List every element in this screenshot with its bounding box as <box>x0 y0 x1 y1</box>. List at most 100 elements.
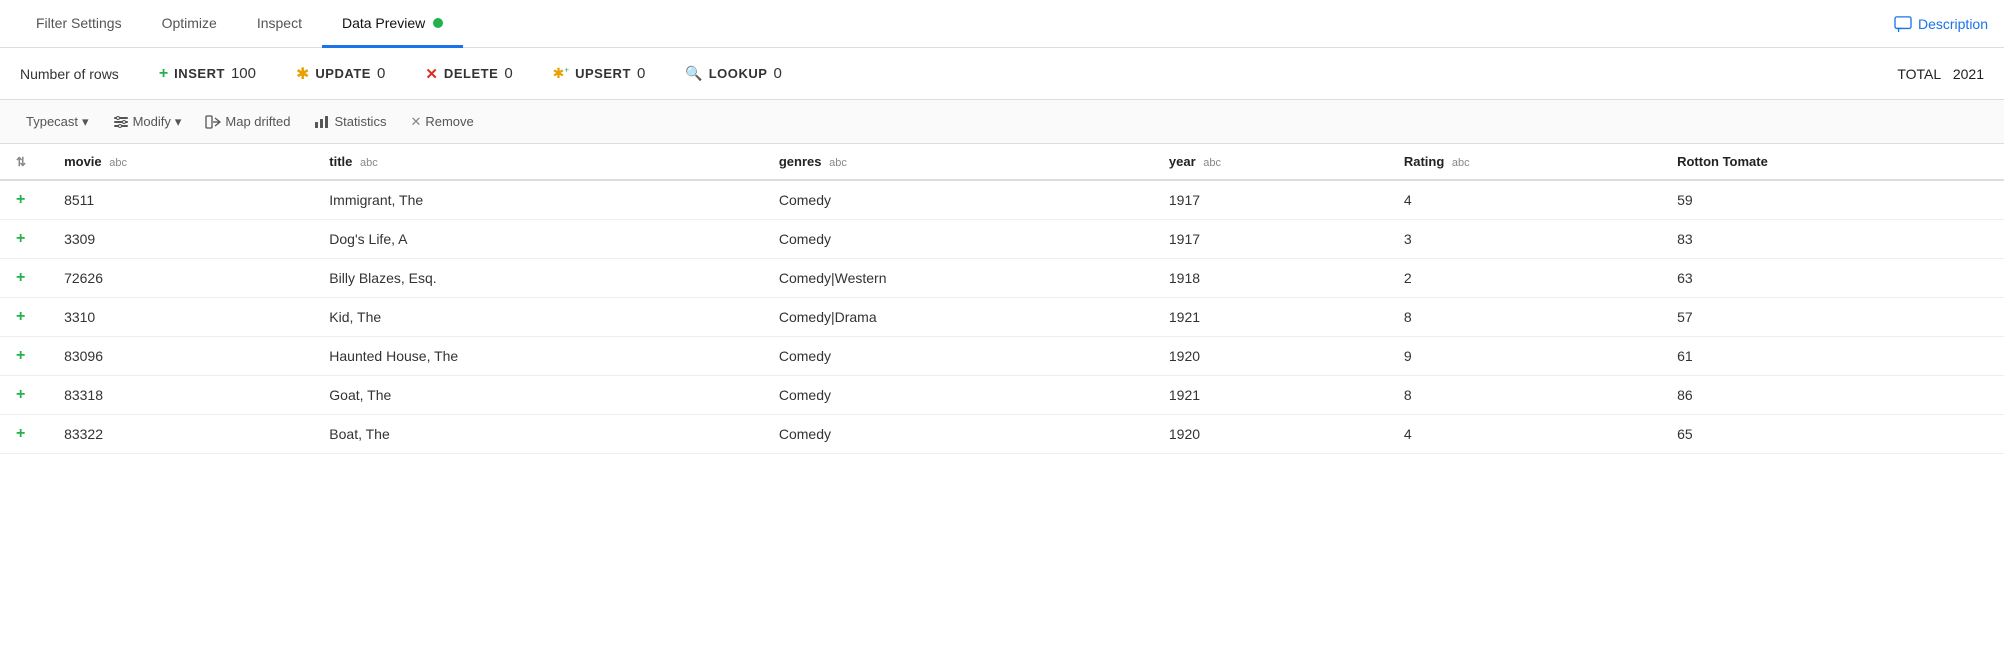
tab-label-filter-settings: Filter Settings <box>36 15 122 31</box>
map-drifted-button[interactable]: Map drifted <box>195 110 300 134</box>
modify-label: Modify <box>133 114 171 129</box>
upsert-icon: ✱+ <box>553 65 569 82</box>
map-drifted-icon <box>205 114 221 130</box>
row-add-icon[interactable]: + <box>0 376 48 415</box>
lookup-icon: 🔍 <box>685 65 702 82</box>
chat-icon <box>1894 16 1912 32</box>
col-header-rating[interactable]: Rating abc <box>1388 144 1661 180</box>
description-label: Description <box>1918 16 1988 32</box>
row-add-icon[interactable]: + <box>0 298 48 337</box>
statistics-button[interactable]: Statistics <box>304 110 396 134</box>
update-icon: ✱ <box>296 64 309 84</box>
data-table-container: ⇅ movie abc title abc genres abc year ab… <box>0 144 2004 652</box>
table-row: +72626Billy Blazes, Esq.Comedy|Western19… <box>0 259 2004 298</box>
cell-movie: 83096 <box>48 337 313 376</box>
row-add-icon[interactable]: + <box>0 220 48 259</box>
tab-filter-settings[interactable]: Filter Settings <box>16 1 142 48</box>
delete-icon: ✕ <box>425 65 438 83</box>
cell-genres: Comedy|Western <box>763 259 1153 298</box>
cell-rotten-tomatoes: 86 <box>1661 376 2004 415</box>
map-drifted-label: Map drifted <box>225 114 290 129</box>
row-add-icon[interactable]: + <box>0 415 48 454</box>
tab-data-preview[interactable]: Data Preview <box>322 1 463 48</box>
lookup-label: LOOKUP <box>709 66 768 81</box>
cell-title: Immigrant, The <box>313 180 763 220</box>
col-header-rotten-tomatoes[interactable]: Rotton Tomate <box>1661 144 2004 180</box>
cell-rating: 2 <box>1388 259 1661 298</box>
cell-title: Billy Blazes, Esq. <box>313 259 763 298</box>
cell-movie: 8511 <box>48 180 313 220</box>
modify-button[interactable]: Modify ▾ <box>103 110 192 134</box>
lookup-stat: 🔍 LOOKUP 0 <box>685 65 782 82</box>
insert-stat: + INSERT 100 <box>159 65 256 83</box>
table-row: +3309Dog's Life, AComedy1917383 <box>0 220 2004 259</box>
table-row: +83096Haunted House, TheComedy1920961 <box>0 337 2004 376</box>
tab-label-inspect: Inspect <box>257 15 302 31</box>
statistics-icon <box>314 114 330 130</box>
cell-title: Goat, The <box>313 376 763 415</box>
statistics-label: Statistics <box>334 114 386 129</box>
modify-icon <box>113 114 129 130</box>
cell-genres: Comedy <box>763 415 1153 454</box>
sort-arrows-icon: ⇅ <box>16 155 26 169</box>
update-stat: ✱ UPDATE 0 <box>296 64 385 84</box>
tab-label-optimize: Optimize <box>162 15 217 31</box>
table-header-row: ⇅ movie abc title abc genres abc year ab… <box>0 144 2004 180</box>
upsert-value: 0 <box>637 65 645 82</box>
row-add-icon[interactable]: + <box>0 337 48 376</box>
cell-rotten-tomatoes: 83 <box>1661 220 2004 259</box>
col-header-title[interactable]: title abc <box>313 144 763 180</box>
cell-genres: Comedy <box>763 337 1153 376</box>
stats-bar: Number of rows + INSERT 100 ✱ UPDATE 0 ✕… <box>0 48 2004 100</box>
cell-movie: 3309 <box>48 220 313 259</box>
cell-year: 1921 <box>1153 376 1388 415</box>
cell-rating: 9 <box>1388 337 1661 376</box>
cell-year: 1920 <box>1153 337 1388 376</box>
typecast-label: Typecast <box>26 114 78 129</box>
cell-movie: 83322 <box>48 415 313 454</box>
delete-value: 0 <box>504 65 512 82</box>
table-row: +8511Immigrant, TheComedy1917459 <box>0 180 2004 220</box>
cell-rotten-tomatoes: 57 <box>1661 298 2004 337</box>
delete-label: DELETE <box>444 66 498 81</box>
top-nav: Filter Settings Optimize Inspect Data Pr… <box>0 0 2004 48</box>
row-add-icon[interactable]: + <box>0 259 48 298</box>
cell-year: 1920 <box>1153 415 1388 454</box>
toolbar: Typecast ▾ Modify ▾ Map drifted Statisti… <box>0 100 2004 144</box>
tab-label-data-preview: Data Preview <box>342 15 425 31</box>
active-dot <box>433 18 443 28</box>
cell-year: 1917 <box>1153 180 1388 220</box>
update-label: UPDATE <box>315 66 371 81</box>
col-header-sort[interactable]: ⇅ <box>0 144 48 180</box>
cell-movie: 83318 <box>48 376 313 415</box>
remove-x-icon: ✕ <box>410 114 421 130</box>
typecast-button[interactable]: Typecast ▾ <box>16 110 99 134</box>
cell-rating: 8 <box>1388 376 1661 415</box>
cell-title: Kid, The <box>313 298 763 337</box>
cell-rating: 3 <box>1388 220 1661 259</box>
tab-inspect[interactable]: Inspect <box>237 1 322 48</box>
modify-chevron-icon: ▾ <box>175 114 182 130</box>
cell-movie: 72626 <box>48 259 313 298</box>
cell-genres: Comedy|Drama <box>763 298 1153 337</box>
table-row: +83322Boat, TheComedy1920465 <box>0 415 2004 454</box>
row-add-icon[interactable]: + <box>0 180 48 220</box>
insert-label: INSERT <box>174 66 225 81</box>
remove-button[interactable]: ✕ Remove <box>400 110 483 134</box>
remove-label: Remove <box>425 114 473 129</box>
col-header-year[interactable]: year abc <box>1153 144 1388 180</box>
tab-optimize[interactable]: Optimize <box>142 1 237 48</box>
cell-rotten-tomatoes: 61 <box>1661 337 2004 376</box>
table-row: +83318Goat, TheComedy1921886 <box>0 376 2004 415</box>
description-button[interactable]: Description <box>1894 0 1988 47</box>
cell-year: 1918 <box>1153 259 1388 298</box>
cell-genres: Comedy <box>763 220 1153 259</box>
total-value: 2021 <box>1953 66 1984 82</box>
col-header-movie[interactable]: movie abc <box>48 144 313 180</box>
cell-title: Dog's Life, A <box>313 220 763 259</box>
col-header-genres[interactable]: genres abc <box>763 144 1153 180</box>
data-table: ⇅ movie abc title abc genres abc year ab… <box>0 144 2004 454</box>
cell-rating: 4 <box>1388 415 1661 454</box>
cell-rating: 4 <box>1388 180 1661 220</box>
cell-rating: 8 <box>1388 298 1661 337</box>
